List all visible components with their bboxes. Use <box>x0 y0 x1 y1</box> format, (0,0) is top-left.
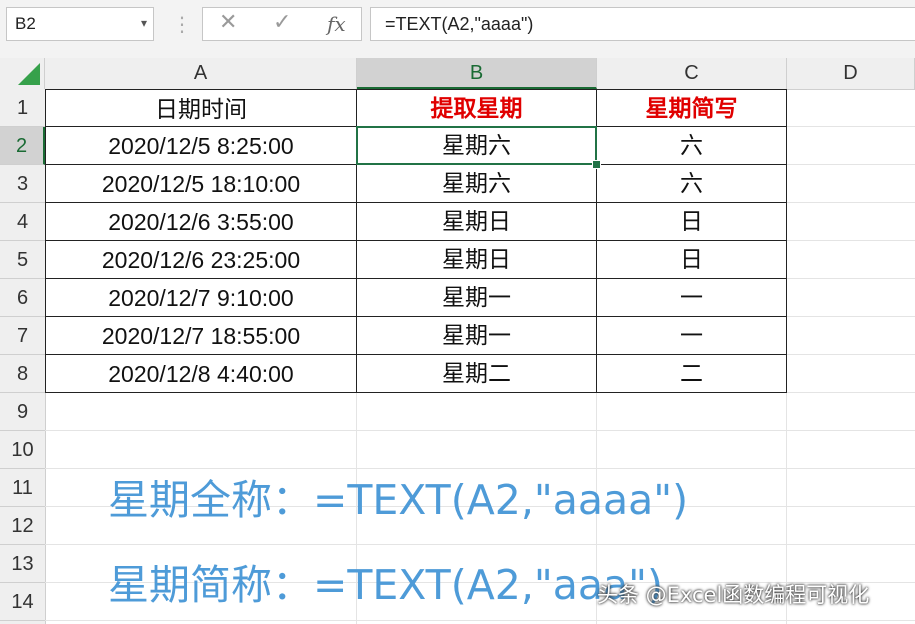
column-header-b[interactable]: B <box>357 58 597 89</box>
table-cell[interactable]: 二 <box>597 355 787 393</box>
row-header-7[interactable]: 7 <box>0 317 45 355</box>
table-cell[interactable]: 2020/12/6 23:25:00 <box>45 241 357 279</box>
column-header-d[interactable]: D <box>787 58 915 89</box>
note-short-weekday: 星期简称：=TEXT(A2,"aaa") <box>108 561 663 609</box>
formula-bar: B2 ▾ ⋮ ✕ ✓ fx =TEXT(A2,"aaaa") <box>0 0 915 59</box>
name-box-value: B2 <box>15 14 36 33</box>
row-header-10[interactable]: 10 <box>0 431 45 469</box>
row-header-14[interactable]: 14 <box>0 583 45 621</box>
table-cell[interactable]: 2020/12/5 18:10:00 <box>45 165 357 203</box>
formula-buttons: ✕ ✓ fx <box>202 7 362 41</box>
table-cell[interactable]: 星期六 <box>357 127 597 165</box>
table-cell[interactable]: 六 <box>597 127 787 165</box>
select-all-icon <box>18 63 40 85</box>
formula-text: =TEXT(A2,"aaaa") <box>385 14 534 34</box>
row-header-12[interactable]: 12 <box>0 507 45 545</box>
table-cell[interactable]: 一 <box>597 317 787 355</box>
table-cell[interactable]: 2020/12/7 9:10:00 <box>45 279 357 317</box>
gridline <box>45 620 915 621</box>
row-header-8[interactable]: 8 <box>0 355 45 393</box>
gridline <box>45 430 915 431</box>
fill-handle[interactable] <box>592 160 601 169</box>
row-header-6[interactable]: 6 <box>0 279 45 317</box>
note-full-weekday: 星期全称：=TEXT(A2,"aaaa") <box>108 476 689 524</box>
gridline <box>45 544 915 545</box>
table-cell[interactable]: 2020/12/5 8:25:00 <box>45 127 357 165</box>
table-cell[interactable]: 六 <box>597 165 787 203</box>
check-icon[interactable]: ✓ <box>273 10 291 35</box>
table-header-cell[interactable]: 提取星期 <box>357 89 597 127</box>
select-all-button[interactable] <box>0 58 45 89</box>
table-header-cell[interactable]: 星期简写 <box>597 89 787 127</box>
row-header-9[interactable]: 9 <box>0 393 45 431</box>
row-header-11[interactable]: 11 <box>0 469 45 507</box>
formula-input[interactable]: =TEXT(A2,"aaaa") <box>370 7 915 41</box>
table-cell[interactable]: 日 <box>597 241 787 279</box>
column-header-c[interactable]: C <box>597 58 787 89</box>
watermark: 头条 @Excel函数编程可视化 <box>597 583 870 607</box>
spreadsheet-grid[interactable]: 日期时间 提取星期 星期简写 2020/12/5 8:25:00 星期六六 2020/12… <box>45 89 915 624</box>
row-header-4[interactable]: 4 <box>0 203 45 241</box>
table-cell[interactable]: 一 <box>597 279 787 317</box>
row-headers: 1 2 3 4 5 6 7 8 9 10 11 12 13 14 <box>0 89 46 624</box>
column-headers: ABCD <box>0 58 915 90</box>
table-cell[interactable]: 星期日 <box>357 203 597 241</box>
row-header-5[interactable]: 5 <box>0 241 45 279</box>
table-cell[interactable]: 星期二 <box>357 355 597 393</box>
chevron-down-icon[interactable]: ▾ <box>141 16 147 30</box>
name-box[interactable]: B2 ▾ <box>6 7 154 41</box>
table-cell[interactable]: 星期一 <box>357 317 597 355</box>
table-header-cell[interactable]: 日期时间 <box>45 89 357 127</box>
table-cell[interactable]: 星期六 <box>357 165 597 203</box>
row-header-2[interactable]: 2 <box>0 127 45 165</box>
table-cell[interactable]: 2020/12/8 4:40:00 <box>45 355 357 393</box>
table-cell[interactable]: 日 <box>597 203 787 241</box>
column-header-a[interactable]: A <box>45 58 357 89</box>
table-cell[interactable]: 星期一 <box>357 279 597 317</box>
table-cell[interactable]: 星期日 <box>357 241 597 279</box>
drag-handle-icon[interactable]: ⋮ <box>172 12 192 36</box>
row-header-3[interactable]: 3 <box>0 165 45 203</box>
insert-function-button[interactable]: fx <box>327 12 346 36</box>
cancel-icon[interactable]: ✕ <box>219 10 237 35</box>
row-header-1[interactable]: 1 <box>0 89 45 127</box>
table-cell[interactable]: 2020/12/6 3:55:00 <box>45 203 357 241</box>
table-cell[interactable]: 2020/12/7 18:55:00 <box>45 317 357 355</box>
row-header-13[interactable]: 13 <box>0 545 45 583</box>
